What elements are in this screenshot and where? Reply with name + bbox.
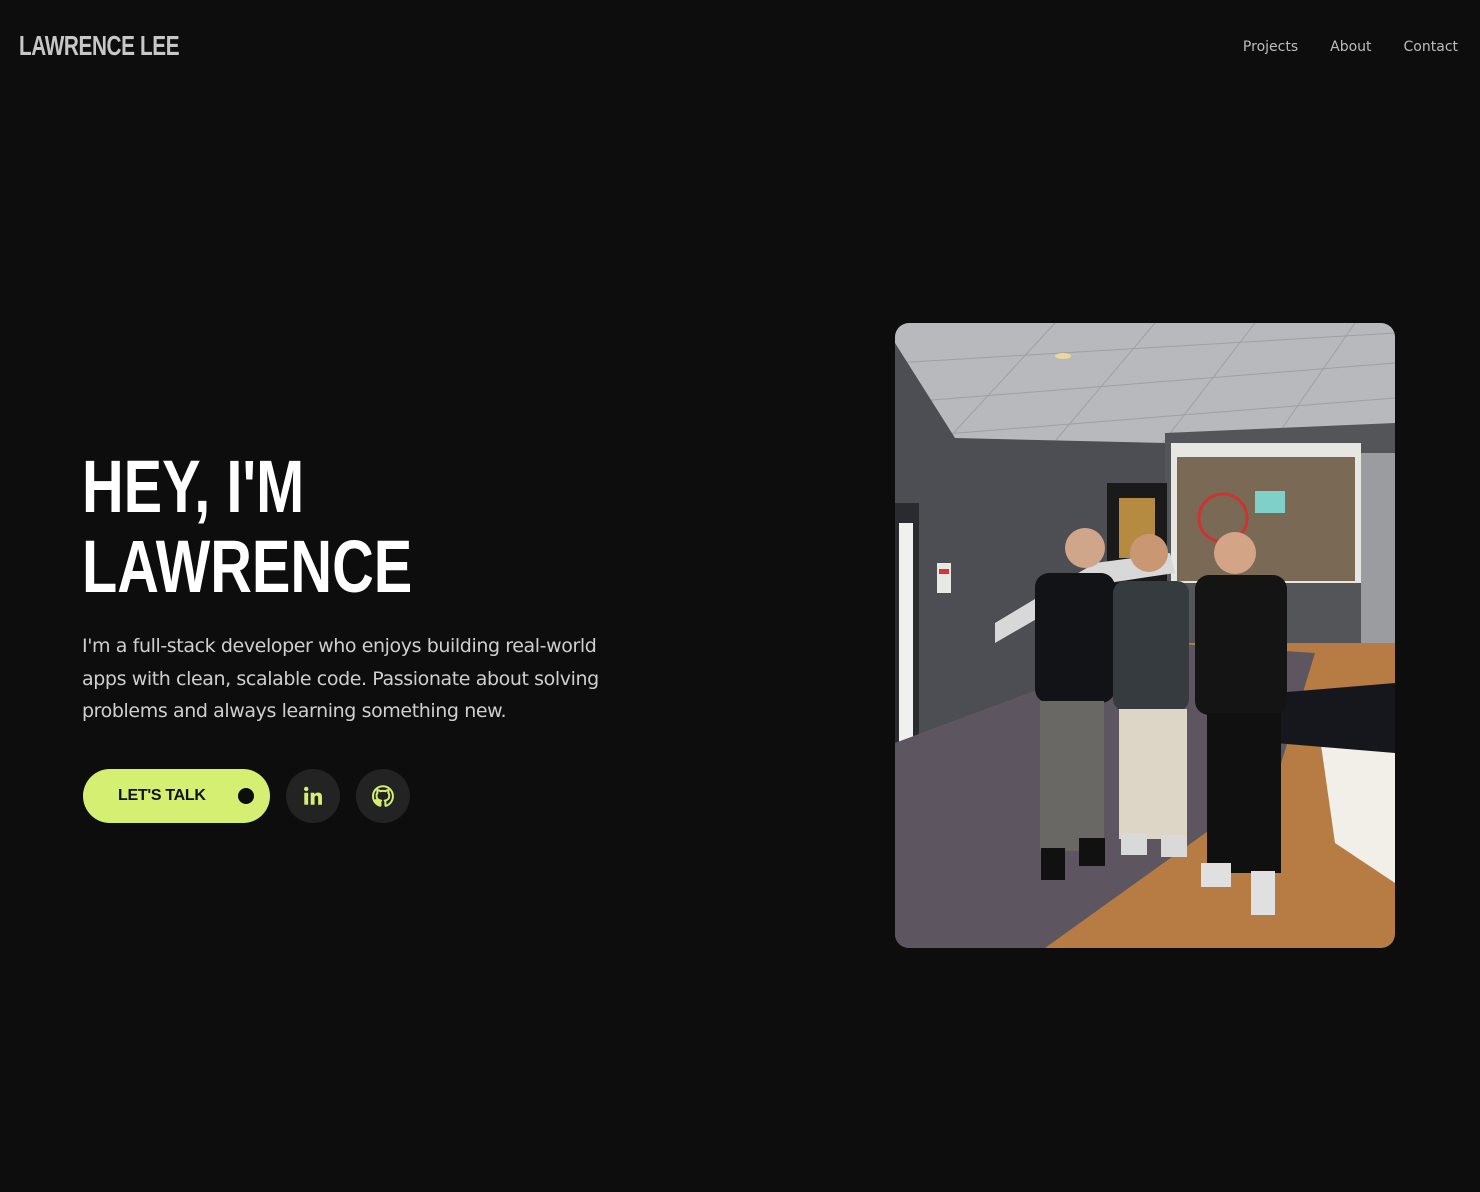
github-icon [371, 784, 395, 808]
lets-talk-label: LET'S TALK [118, 787, 206, 804]
hero-actions: LET'S TALK [83, 769, 410, 823]
hero-title-line-2: LAWRENCE [82, 525, 413, 608]
page: LAWRENCE LEE Projects About Contact HEY,… [0, 0, 1480, 1192]
main-nav: Projects About Contact [1243, 38, 1458, 56]
dot-icon [238, 788, 254, 804]
linkedin-link[interactable] [286, 769, 340, 823]
hero-description: I'm a full-stack developer who enjoys bu… [82, 635, 599, 722]
hero-title: HEY, I'M LAWRENCE [82, 447, 412, 607]
lets-talk-button[interactable]: LET'S TALK [83, 769, 270, 823]
linkedin-icon [302, 785, 324, 807]
hero-title-line-1: HEY, I'M [82, 445, 305, 528]
site-logo[interactable]: LAWRENCE LEE [19, 31, 180, 61]
nav-link-projects[interactable]: Projects [1243, 38, 1298, 56]
site-header: LAWRENCE LEE Projects About Contact [0, 0, 1480, 94]
github-link[interactable] [356, 769, 410, 823]
nav-link-contact[interactable]: Contact [1404, 38, 1458, 56]
nav-link-about[interactable]: About [1330, 38, 1371, 56]
profile-photo [895, 323, 1395, 948]
